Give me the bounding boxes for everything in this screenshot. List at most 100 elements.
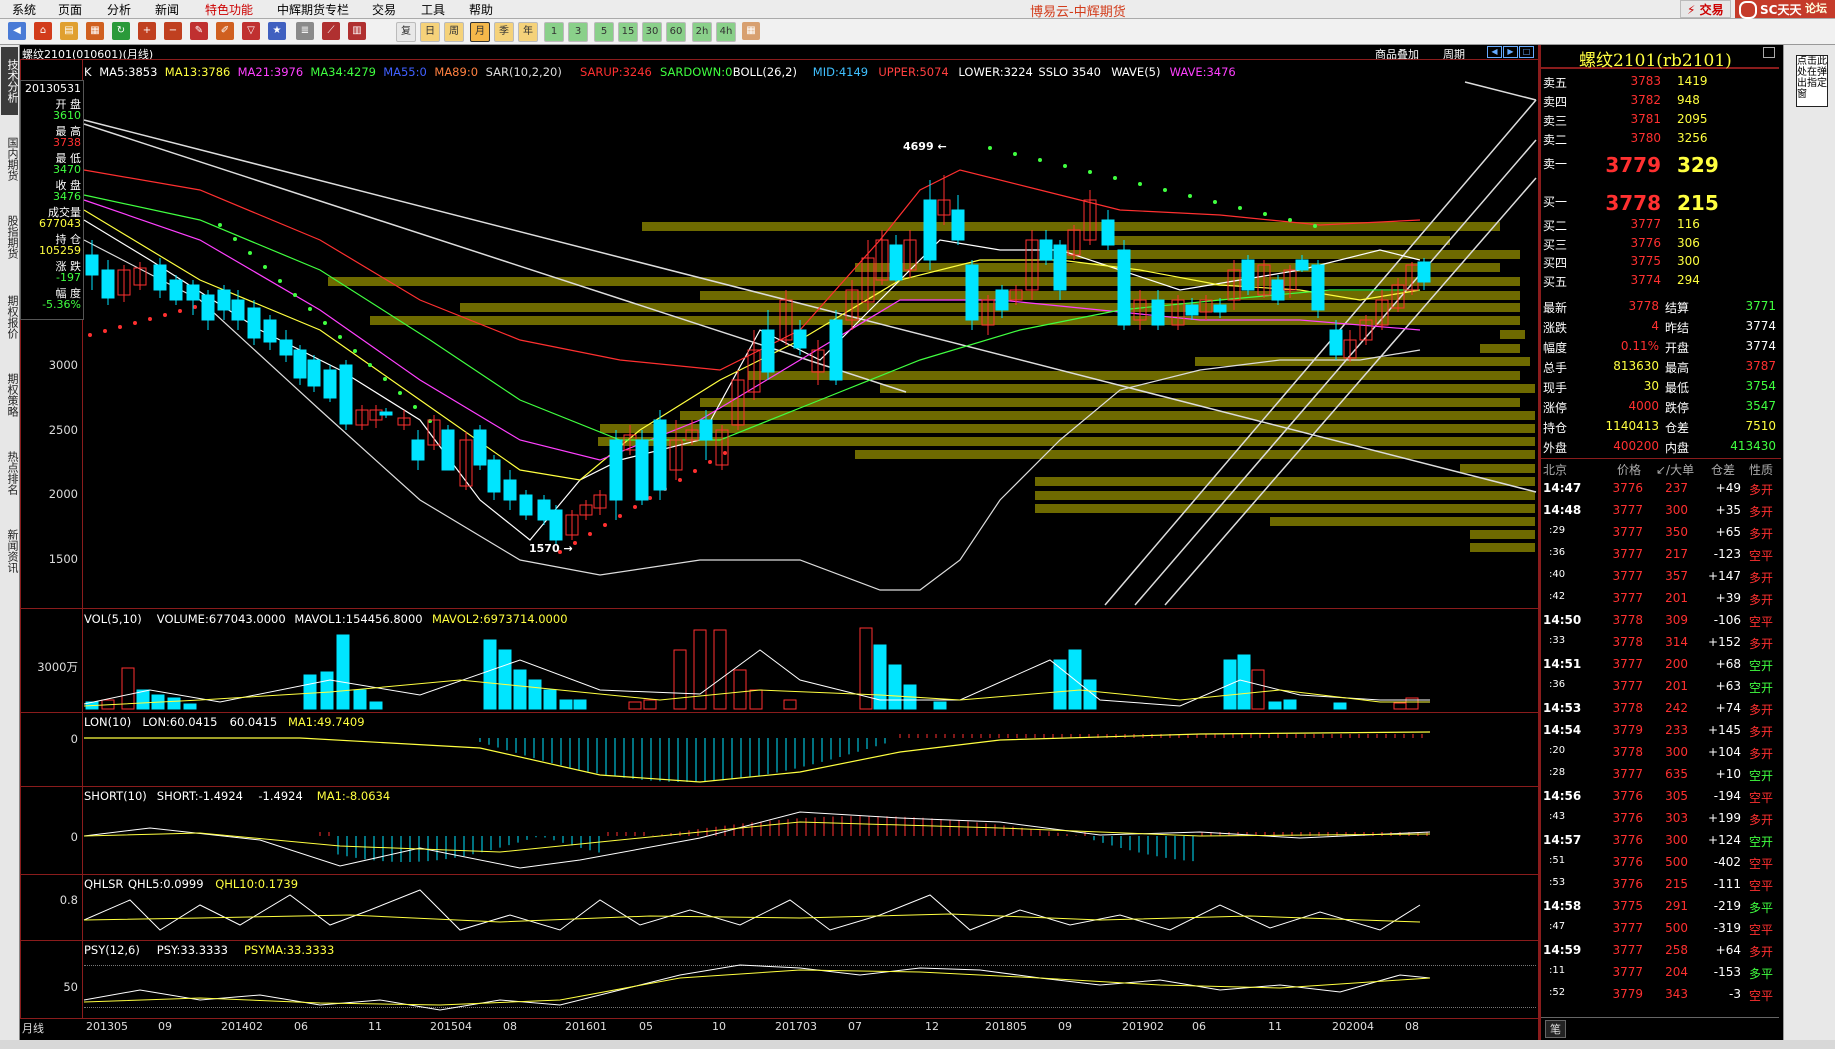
stat-label: 最高: [1665, 361, 1690, 375]
candle-body: [441, 429, 455, 471]
tick-row[interactable]: :11 3777 204 -153 多平: [1541, 963, 1781, 982]
bid-volume: 215: [1677, 191, 1719, 215]
sar-dot: [383, 377, 387, 381]
tab-ticks[interactable]: 笔: [1545, 1020, 1566, 1038]
stat-row[interactable]: 外盘 400200 内盘 413430: [1541, 437, 1781, 456]
stat-row[interactable]: 总手 813630 最高 3787: [1541, 357, 1781, 376]
tick-row[interactable]: 14:57 3776 300 +124 空开: [1541, 831, 1781, 850]
ask-price: 3783: [1630, 74, 1661, 88]
ask-price: 3780: [1630, 131, 1661, 145]
stat-row[interactable]: 持仓 1140413 仓差 7510: [1541, 417, 1781, 436]
sar-dot: [723, 451, 727, 455]
tick-row[interactable]: 14:54 3779 233 +145 多开: [1541, 721, 1781, 740]
tick-price: 3777: [1612, 921, 1643, 935]
status-bar: [0, 1040, 1835, 1049]
tick-time: :28: [1549, 767, 1566, 778]
tick-row[interactable]: 14:59 3777 258 +64 多开: [1541, 941, 1781, 960]
tick-price: 3779: [1612, 987, 1643, 1001]
tick-row[interactable]: 14:56 3776 305 -194 空平: [1541, 787, 1781, 806]
volume-profile-bar: [1470, 530, 1535, 539]
tick-row[interactable]: :47 3777 500 -319 空平: [1541, 919, 1781, 938]
tick-nature: 多开: [1749, 725, 1774, 739]
tick-nature: 多开: [1749, 945, 1774, 959]
bid-row[interactable]: 买三 3776 306: [1541, 234, 1781, 253]
bid-row[interactable]: 买四 3775 300: [1541, 252, 1781, 271]
bid-label: 买四: [1543, 256, 1568, 270]
stat-row[interactable]: 最新 3778 结算 3771: [1541, 297, 1781, 316]
tick-nature: 多开: [1749, 813, 1774, 827]
tick-nature: 空平: [1749, 879, 1774, 893]
sar-dot: [988, 146, 992, 150]
tick-row[interactable]: 14:48 3777 300 +35 多开: [1541, 501, 1781, 520]
volume-profile-bar: [1035, 504, 1535, 513]
popup-hint[interactable]: 点击此处在弹出指定窗: [1796, 55, 1828, 107]
tick-row[interactable]: :51 3776 500 -402 空平: [1541, 853, 1781, 872]
ask-row[interactable]: 卖五 3783 1419: [1541, 72, 1781, 91]
ask-row[interactable]: 卖四 3782 948: [1541, 91, 1781, 110]
tick-row[interactable]: :20 3778 300 +104 多开: [1541, 743, 1781, 762]
tick-row[interactable]: :36 3777 201 +63 空开: [1541, 677, 1781, 696]
tick-time: :33: [1549, 635, 1566, 646]
tick-row[interactable]: :28 3777 635 +10 空开: [1541, 765, 1781, 784]
candle-body: [279, 339, 293, 356]
tick-row[interactable]: :36 3777 217 -123 空平: [1541, 545, 1781, 564]
panel-restore-icon[interactable]: [1763, 47, 1775, 58]
tick-price: 3777: [1612, 591, 1643, 605]
sar-dot: [233, 237, 237, 241]
tick-time: 14:57: [1543, 833, 1582, 847]
tick-row[interactable]: 14:51 3777 200 +68 空开: [1541, 655, 1781, 674]
candle-body: [609, 439, 623, 501]
stat-row[interactable]: 现手 30 最低 3754: [1541, 377, 1781, 396]
sar-dot: [603, 523, 607, 527]
stat-label: 跌停: [1665, 401, 1690, 415]
candle-body: [793, 329, 807, 349]
x-label: 201504: [430, 1020, 472, 1033]
bid-row[interactable]: 买五 3774 294: [1541, 271, 1781, 290]
tick-nature: 多平: [1749, 901, 1774, 915]
stat-label: 结算: [1665, 301, 1690, 315]
x-label: 09: [1058, 1020, 1072, 1033]
tick-time: :51: [1549, 855, 1566, 866]
tick-row[interactable]: :42 3777 201 +39 多开: [1541, 589, 1781, 608]
volume-bar: [693, 629, 707, 710]
panel-divider: [1538, 45, 1541, 1045]
stat-label: 涨跌: [1543, 321, 1568, 335]
tick-oi-change: -111: [1713, 877, 1741, 891]
tick-row[interactable]: :29 3777 350 +65 多开: [1541, 523, 1781, 542]
stat-row[interactable]: 幅度 0.11% 开盘 3774: [1541, 337, 1781, 356]
tick-row[interactable]: :43 3776 303 +199 多开: [1541, 809, 1781, 828]
tick-price: 3776: [1612, 855, 1643, 869]
tick-price: 3776: [1612, 789, 1643, 803]
tick-row[interactable]: 14:53 3778 242 +74 多开: [1541, 699, 1781, 718]
tick-row[interactable]: :40 3777 357 +147 多开: [1541, 567, 1781, 586]
ask-row[interactable]: 卖二 3780 3256: [1541, 129, 1781, 148]
stat-label: 现手: [1543, 381, 1568, 395]
candle-body: [1329, 329, 1343, 356]
tick-row[interactable]: 14:50 3778 309 -106 空平: [1541, 611, 1781, 630]
stat-row[interactable]: 涨跌 4 昨结 3774: [1541, 317, 1781, 336]
bid-price: 3776: [1630, 235, 1661, 250]
ask-row[interactable]: 卖一 3779 329: [1541, 151, 1781, 177]
tick-time: 14:50: [1543, 613, 1582, 627]
tick-price: 3777: [1612, 657, 1643, 671]
candle-body: [1241, 259, 1255, 291]
sar-dot: [633, 505, 637, 509]
tick-oi-change: +39: [1715, 591, 1741, 605]
tick-row[interactable]: :33 3778 314 +152 多开: [1541, 633, 1781, 652]
bid-row[interactable]: 买一 3778 215: [1541, 189, 1781, 215]
sar-dot: [413, 405, 417, 409]
stat-row[interactable]: 涨停 4000 跌停 3547: [1541, 397, 1781, 416]
bid-row[interactable]: 买二 3777 116: [1541, 215, 1781, 234]
tick-row[interactable]: 14:47 3776 237 +49 多开: [1541, 479, 1781, 498]
candle-body: [537, 499, 551, 521]
ask-row[interactable]: 卖三 3781 2095: [1541, 110, 1781, 129]
short-line: [83, 811, 1431, 869]
tick-nature: 空平: [1749, 923, 1774, 937]
sar-dot: [588, 532, 592, 536]
tick-row[interactable]: 14:58 3775 291 -219 多平: [1541, 897, 1781, 916]
tick-row[interactable]: :53 3776 215 -111 空平: [1541, 875, 1781, 894]
tick-row[interactable]: :52 3779 343 -3 空平: [1541, 985, 1781, 1004]
tick-volume: 201: [1665, 591, 1688, 605]
stat-value: 4000: [1628, 399, 1659, 413]
candle-body: [1271, 279, 1285, 301]
